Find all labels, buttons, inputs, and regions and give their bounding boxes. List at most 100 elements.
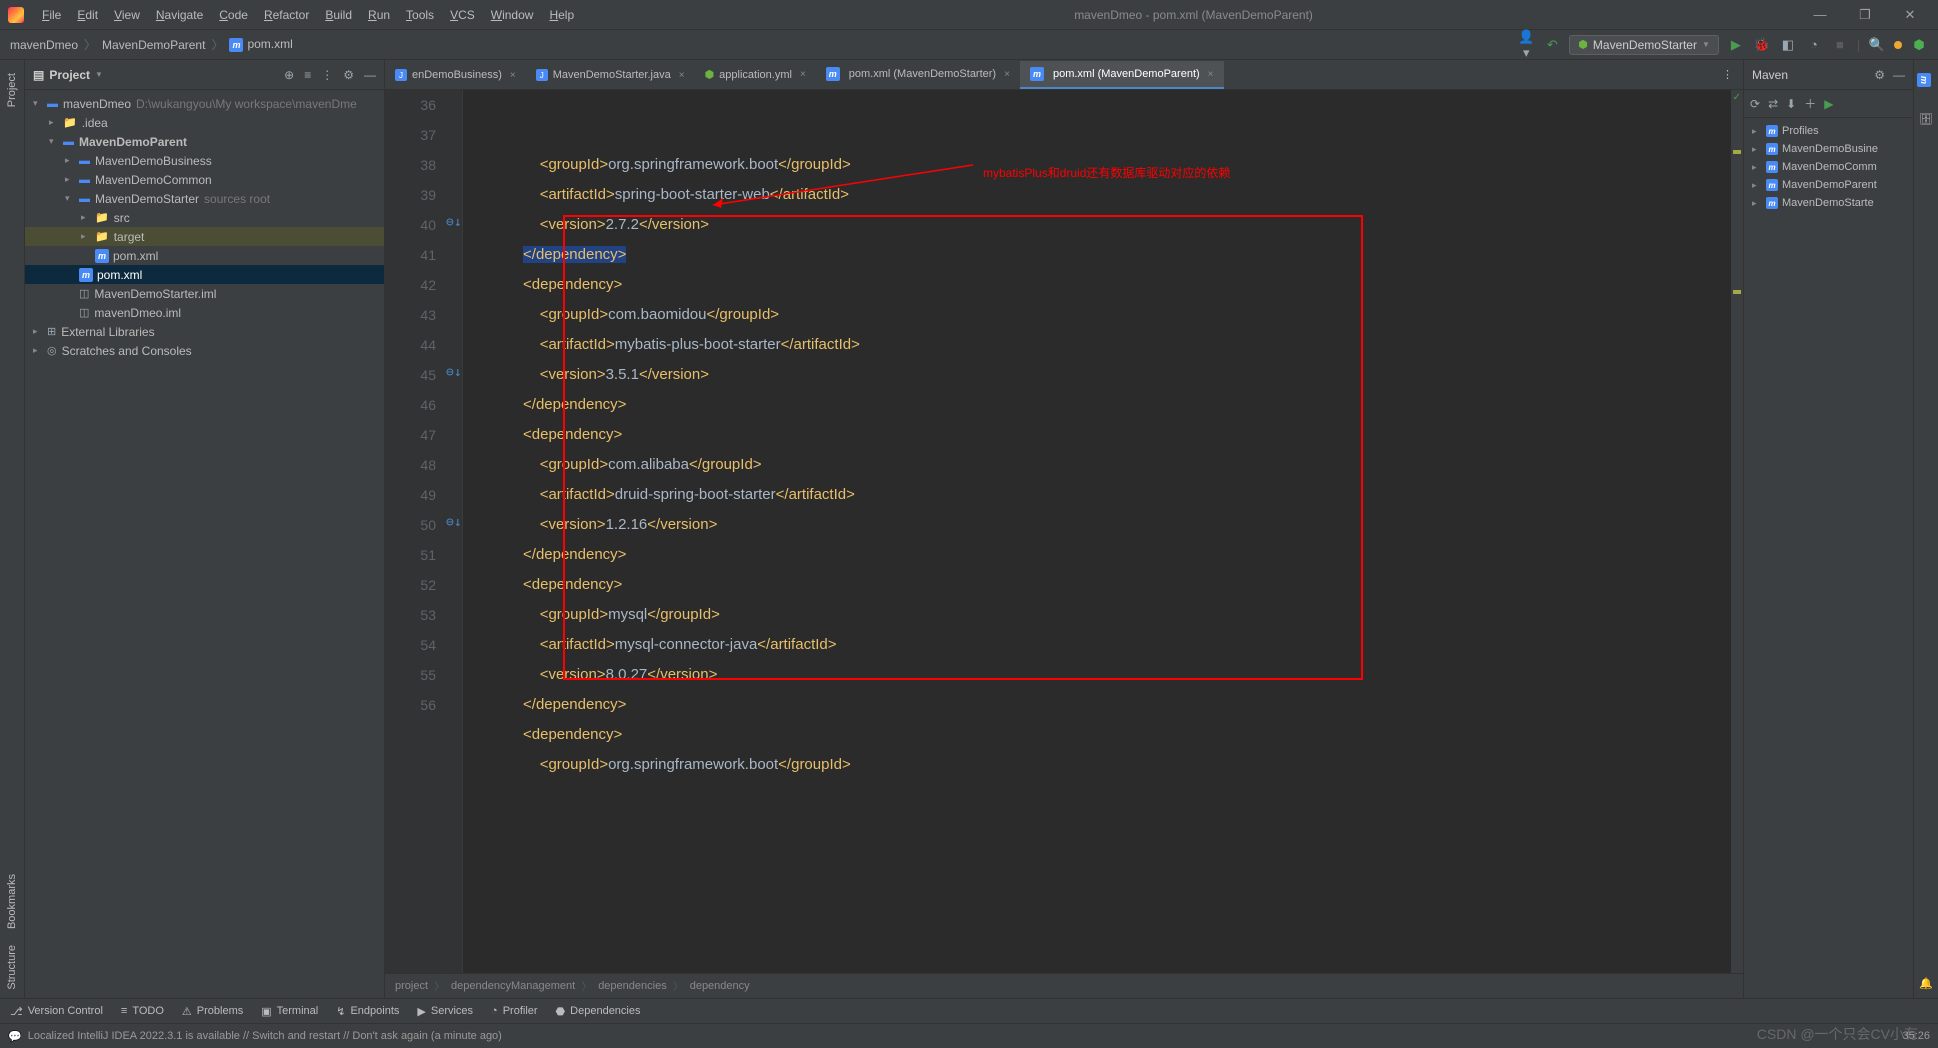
tree-item-target[interactable]: ▸📁target [25, 227, 384, 246]
breadcrumb[interactable]: mavenDmeo〉MavenDemoParent〉mpom.xml [10, 36, 293, 53]
hide-icon[interactable]: — [1893, 68, 1905, 82]
menu-help[interactable]: Help [541, 8, 582, 22]
maven-item[interactable]: ▸m MavenDemoParent [1748, 176, 1909, 194]
xml-breadcrumb-item[interactable]: dependencies [598, 980, 667, 992]
menu-edit[interactable]: Edit [69, 8, 106, 22]
chevron-down-icon[interactable]: ▼ [95, 70, 103, 79]
code-editor[interactable]: <groupId>org.springframework.boot</group… [463, 90, 1731, 973]
editor-tab[interactable]: mpom.xml (MavenDemoStarter)× [816, 61, 1020, 89]
back-icon[interactable]: ↶ [1543, 37, 1561, 53]
tool-tab-terminal[interactable]: ▣Terminal [261, 1005, 318, 1018]
editor-tab[interactable]: JMavenDemoStarter.java× [526, 63, 695, 89]
close-button[interactable]: ✕ [1895, 7, 1925, 23]
maximize-button[interactable]: ❐ [1850, 7, 1880, 23]
breadcrumb-item[interactable]: mpom.xml [229, 37, 292, 52]
code-line[interactable]: <groupId>com.alibaba</groupId> [463, 450, 1731, 480]
tree-item--idea[interactable]: ▸📁.idea [25, 113, 384, 132]
tool-tab-todo[interactable]: ≡TODO [121, 1005, 164, 1017]
notification-icon[interactable] [1894, 41, 1902, 49]
event-log-icon[interactable]: 💬 [8, 1030, 22, 1043]
fold-marker[interactable]: ⊖↓ [446, 515, 462, 530]
editor-tab[interactable]: mpom.xml (MavenDemoParent)× [1020, 61, 1224, 89]
project-tool-tab[interactable]: Project [3, 65, 21, 115]
close-tab-icon[interactable]: × [1004, 69, 1010, 80]
breadcrumb-item[interactable]: mavenDmeo [10, 38, 78, 52]
tool-tab-services[interactable]: ▶Services [417, 1005, 473, 1018]
download-icon[interactable]: ⬇ [1786, 97, 1796, 111]
code-line[interactable]: <dependency> [463, 270, 1731, 300]
maven-item[interactable]: ▸m MavenDemoComm [1748, 158, 1909, 176]
tree-item-mavendemocommon[interactable]: ▸▬MavenDemoCommon [25, 170, 384, 189]
menu-refactor[interactable]: Refactor [256, 8, 317, 22]
code-line[interactable]: <groupId>org.springframework.boot</group… [463, 750, 1731, 780]
add-icon[interactable]: ＋ [1804, 95, 1816, 112]
code-line[interactable]: </dependency> [463, 540, 1731, 570]
reload-icon[interactable]: ⟳ [1750, 97, 1760, 111]
code-line[interactable]: </dependency> [463, 690, 1731, 720]
code-line[interactable]: <version>2.7.2</version> [463, 210, 1731, 240]
editor-tab[interactable]: JenDemoBusiness)× [385, 63, 526, 89]
xml-breadcrumb-item[interactable]: dependency [690, 980, 750, 992]
code-line[interactable]: <groupId>mysql</groupId> [463, 600, 1731, 630]
code-line[interactable]: <groupId>com.baomidou</groupId> [463, 300, 1731, 330]
notifications-tool-tab[interactable]: 🔔 [1917, 969, 1936, 998]
code-line[interactable]: <dependency> [463, 720, 1731, 750]
maven-item[interactable]: ▸m Profiles [1748, 122, 1909, 140]
maven-item[interactable]: ▸m MavenDemoBusine [1748, 140, 1909, 158]
close-tab-icon[interactable]: × [679, 70, 685, 81]
menu-vcs[interactable]: VCS [442, 8, 483, 22]
user-icon[interactable]: 👤▾ [1517, 29, 1535, 61]
maven-item[interactable]: ▸m MavenDemoStarte [1748, 194, 1909, 212]
menu-file[interactable]: File [34, 8, 69, 22]
structure-tool-tab[interactable]: Structure [3, 937, 21, 998]
breadcrumb-item[interactable]: MavenDemoParent [102, 38, 205, 52]
menu-code[interactable]: Code [211, 8, 256, 22]
select-opened-icon[interactable]: ⊕ [284, 68, 294, 82]
more-tabs-icon[interactable]: ⋮ [1722, 68, 1733, 81]
stop-icon[interactable]: ■ [1831, 37, 1849, 52]
hide-icon[interactable]: — [364, 68, 376, 82]
menu-view[interactable]: View [106, 8, 148, 22]
code-line[interactable]: </dependency> [463, 240, 1731, 270]
debug-icon[interactable]: 🐞 [1753, 37, 1771, 53]
editor-scrollbar[interactable]: ✓ [1731, 90, 1743, 973]
run-icon[interactable]: ▶ [1727, 37, 1745, 53]
tree-item-mavendemostarter[interactable]: ▾▬MavenDemoStartersources root [25, 189, 384, 208]
code-line[interactable]: </dependency> [463, 390, 1731, 420]
expand-all-icon[interactable]: ≡ [304, 68, 311, 82]
tree-item-pom-xml[interactable]: mpom.xml [25, 246, 384, 265]
code-line[interactable]: <dependency> [463, 570, 1731, 600]
run-icon[interactable]: ▶ [1824, 97, 1833, 111]
code-line[interactable]: <artifactId>mysql-connector-java</artifa… [463, 630, 1731, 660]
profile-icon[interactable]: ◔ [1805, 37, 1823, 52]
tree-item-scratches-and-consoles[interactable]: ▸◎Scratches and Consoles [25, 341, 384, 360]
tool-tab-endpoints[interactable]: ↯Endpoints [336, 1005, 399, 1018]
tree-item-mavendmeo-iml[interactable]: ◫mavenDmeo.iml [25, 303, 384, 322]
database-tool-tab[interactable]: 🗄 [1917, 103, 1936, 133]
code-line[interactable]: <artifactId>spring-boot-starter-web</art… [463, 180, 1731, 210]
code-line[interactable]: <version>8.0.27</version> [463, 660, 1731, 690]
tree-item-pom-xml[interactable]: mpom.xml [25, 265, 384, 284]
tree-item-src[interactable]: ▸📁src [25, 208, 384, 227]
tool-tab-dependencies[interactable]: ⬣Dependencies [556, 1005, 641, 1018]
close-tab-icon[interactable]: × [510, 70, 516, 81]
xml-breadcrumb-item[interactable]: dependencyManagement [451, 980, 575, 992]
collapse-all-icon[interactable]: ⋮ [321, 68, 333, 82]
search-icon[interactable]: 🔍 [1868, 37, 1886, 53]
editor-breadcrumb[interactable]: project〉dependencyManagement〉dependencie… [385, 973, 1743, 998]
code-line[interactable]: <artifactId>druid-spring-boot-starter</a… [463, 480, 1731, 510]
close-tab-icon[interactable]: × [800, 69, 806, 80]
xml-breadcrumb-item[interactable]: project [395, 980, 428, 992]
tool-tab-problems[interactable]: ⚠Problems [182, 1005, 243, 1018]
maven-tree[interactable]: ▸m Profiles▸m MavenDemoBusine▸m MavenDem… [1744, 118, 1913, 216]
coverage-icon[interactable]: ◧ [1779, 37, 1797, 53]
code-line[interactable]: <version>3.5.1</version> [463, 360, 1731, 390]
tree-item-mavendemostarter-iml[interactable]: ◫MavenDemoStarter.iml [25, 284, 384, 303]
generate-icon[interactable]: ⇄ [1768, 97, 1778, 111]
code-line[interactable]: <groupId>org.springframework.boot</group… [463, 150, 1731, 180]
code-line[interactable]: <version>1.2.16</version> [463, 510, 1731, 540]
close-tab-icon[interactable]: × [1208, 69, 1214, 80]
menu-window[interactable]: Window [483, 8, 542, 22]
tool-tab-profiler[interactable]: ◔Profiler [491, 1005, 538, 1017]
tree-item-mavendemoparent[interactable]: ▾▬MavenDemoParent [25, 132, 384, 151]
